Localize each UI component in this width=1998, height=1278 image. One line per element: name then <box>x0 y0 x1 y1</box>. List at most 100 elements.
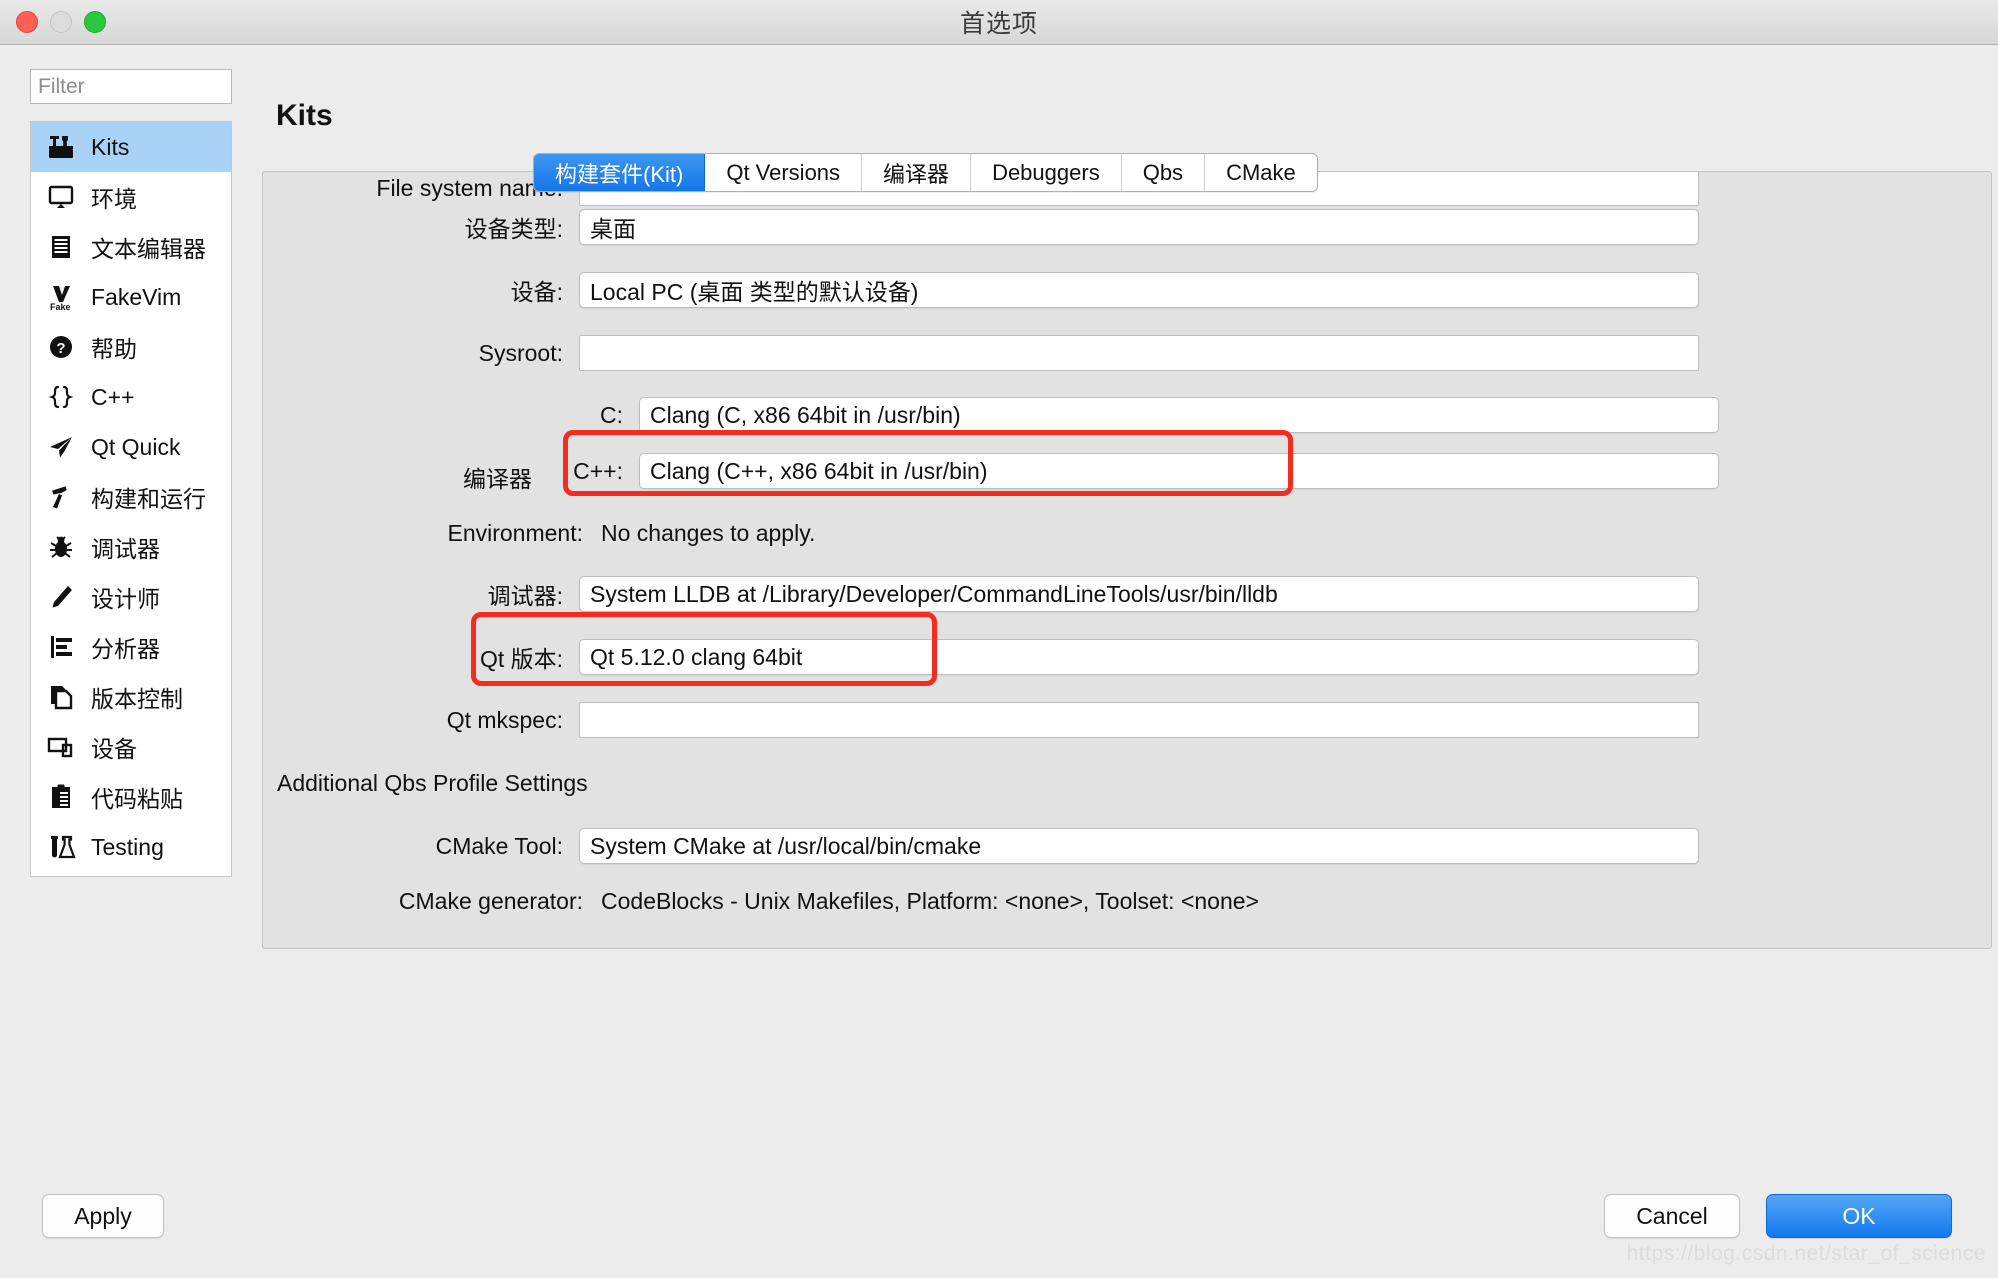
watermark-text: https://blog.csdn.net/star_of_science <box>1626 1242 1986 1265</box>
file-system-name-label: File system name: <box>376 174 563 201</box>
window-title: 首选项 <box>959 10 1038 38</box>
sidebar-item-debugger[interactable]: 调试器 <box>31 522 231 572</box>
qt-version-select[interactable]: Qt 5.12.0 clang 64bit <box>579 639 1699 675</box>
sidebar-item-kits[interactable]: Kits <box>31 122 231 172</box>
cmake-tool-select[interactable]: System CMake at /usr/local/bin/cmake <box>579 828 1699 864</box>
sidebar-list: Kits 环境 文本编辑器 Fake FakeVim ? 帮助 C++ Qt Q… <box>30 121 232 877</box>
devices-icon <box>45 731 77 763</box>
tab-label: Debuggers <box>992 159 1100 185</box>
kit-detail-panel: File system name: 设备类型: 桌面 设备: Local PC … <box>262 171 1992 949</box>
environment-label: Environment: <box>447 520 583 546</box>
tab-kit[interactable]: 构建套件(Kit) <box>534 154 706 191</box>
qt-mkspec-label: Qt mkspec: <box>446 706 563 733</box>
sidebar-item-label: 代码粘贴 <box>91 786 183 812</box>
sidebar-item-label: 帮助 <box>91 336 137 362</box>
qt-mkspec-input[interactable] <box>579 702 1699 738</box>
cmake-generator-label: CMake generator: <box>398 888 583 914</box>
help-question-icon: ? <box>45 331 77 363</box>
sysroot-input[interactable] <box>579 335 1699 371</box>
dialog-footer: Apply Cancel OK https://blog.csdn.net/st… <box>0 1174 1998 1278</box>
hammer-icon <box>45 481 77 513</box>
compiler-c-select[interactable]: Clang (C, x86 64bit in /usr/bin) <box>639 397 1719 433</box>
apply-button[interactable]: Apply <box>42 1194 164 1238</box>
kits-icon <box>45 131 77 163</box>
window-body: Kits 环境 <box>0 45 1998 1278</box>
row-cmake-generator: CMake generator: CodeBlocks - Unix Makef… <box>263 888 1723 915</box>
sidebar-item-label: Testing <box>91 833 164 860</box>
fakevim-icon: Fake <box>45 281 77 313</box>
row-sysroot: Sysroot: <box>263 335 1703 371</box>
cmake-tool-label: CMake Tool: <box>435 832 563 859</box>
sidebar-item-code-paste[interactable]: 代码粘贴 <box>31 772 231 822</box>
sidebar-item-qt-quick[interactable]: Qt Quick <box>31 422 231 472</box>
clipboard-icon <box>45 781 77 813</box>
braces-icon <box>45 381 77 413</box>
tab-compilers[interactable]: 编译器 <box>862 154 972 191</box>
sidebar-column: Kits 环境 <box>0 45 262 1278</box>
filter-input[interactable] <box>30 69 232 104</box>
device-type-select[interactable]: 桌面 <box>579 209 1699 245</box>
compiler-cpp-label: C++: <box>573 457 623 484</box>
sidebar-item-text-editor[interactable]: 文本编辑器 <box>31 222 231 272</box>
window-titlebar: 首选项 <box>0 0 1998 45</box>
sidebar-item-label: 调试器 <box>91 536 160 562</box>
paper-plane-icon <box>45 431 77 463</box>
cancel-button[interactable]: Cancel <box>1604 1194 1740 1238</box>
qbs-section-label: Additional Qbs Profile Settings <box>277 770 588 796</box>
kits-tabbar: 构建套件(Kit) Qt Versions 编译器 Debuggers Qbs … <box>533 153 1318 192</box>
tab-label: Qt Versions <box>726 159 841 185</box>
sidebar-item-devices[interactable]: 设备 <box>31 722 231 772</box>
device-type-label: 设备类型: <box>464 216 563 242</box>
row-compiler-cpp: C++: Clang (C++, x86 64bit in /usr/bin) <box>263 453 1723 489</box>
sidebar-item-label: 环境 <box>91 186 137 212</box>
compiler-c-label: C: <box>600 401 623 428</box>
row-device: 设备: Local PC (桌面 类型的默认设备) <box>263 272 1703 308</box>
row-cmake-tool: CMake Tool: System CMake at /usr/local/b… <box>263 828 1723 864</box>
sidebar-item-label: 文本编辑器 <box>91 236 206 262</box>
sidebar-item-version-control[interactable]: 版本控制 <box>31 672 231 722</box>
sidebar-item-environment[interactable]: 环境 <box>31 172 231 222</box>
documents-copy-icon <box>45 681 77 713</box>
environment-value: No changes to apply. <box>601 520 816 546</box>
sysroot-label: Sysroot: <box>478 339 563 366</box>
tab-qt-versions[interactable]: Qt Versions <box>705 154 863 191</box>
monitor-icon <box>45 181 77 213</box>
sidebar-item-cpp[interactable]: C++ <box>31 372 231 422</box>
row-compiler-c: C: Clang (C, x86 64bit in /usr/bin) <box>263 397 1723 433</box>
sidebar-item-help[interactable]: ? 帮助 <box>31 322 231 372</box>
svg-text:Fake: Fake <box>50 302 71 312</box>
sidebar-item-label: FakeVim <box>91 283 182 310</box>
tab-qbs[interactable]: Qbs <box>1121 154 1206 191</box>
text-editor-icon <box>45 231 77 263</box>
sidebar-item-label: C++ <box>91 383 135 410</box>
page-title: Kits <box>276 99 333 132</box>
content-column: Kits 构建套件(Kit) Qt Versions 编译器 Debuggers… <box>262 45 1998 1278</box>
qt-version-label: Qt 版本: <box>479 646 563 672</box>
sidebar-item-label: Qt Quick <box>91 433 181 460</box>
row-device-type: 设备类型: 桌面 <box>263 209 1703 245</box>
row-qt-version: Qt 版本: Qt 5.12.0 clang 64bit <box>263 639 1723 675</box>
pencil-icon <box>45 581 77 613</box>
svg-text:?: ? <box>56 340 65 357</box>
sidebar-item-build-and-run[interactable]: 构建和运行 <box>31 472 231 522</box>
row-qbs-section: Additional Qbs Profile Settings <box>277 770 588 797</box>
tab-cmake[interactable]: CMake <box>1205 154 1317 191</box>
sidebar-item-label: 分析器 <box>91 636 160 662</box>
sidebar-item-analyzer[interactable]: 分析器 <box>31 622 231 672</box>
tab-debuggers[interactable]: Debuggers <box>971 154 1122 191</box>
ok-button[interactable]: OK <box>1766 1194 1952 1238</box>
bar-analyzer-icon <box>45 631 77 663</box>
tab-label: 编译器 <box>883 161 950 187</box>
tab-label: CMake <box>1226 159 1296 185</box>
row-debugger: 调试器: System LLDB at /Library/Developer/C… <box>263 576 1723 612</box>
sidebar-item-designer[interactable]: 设计师 <box>31 572 231 622</box>
sidebar-item-fakevim[interactable]: Fake FakeVim <box>31 272 231 322</box>
compiler-cpp-select[interactable]: Clang (C++, x86 64bit in /usr/bin) <box>639 453 1719 489</box>
row-qt-mkspec: Qt mkspec: <box>263 702 1723 738</box>
debugger-label: 调试器: <box>487 583 563 609</box>
debugger-select[interactable]: System LLDB at /Library/Developer/Comman… <box>579 576 1699 612</box>
sidebar-item-testing[interactable]: Testing <box>31 822 231 872</box>
row-environment: Environment: No changes to apply. <box>263 520 1723 547</box>
device-select[interactable]: Local PC (桌面 类型的默认设备) <box>579 272 1699 308</box>
preferences-window: 首选项 Kits <box>0 0 1998 1278</box>
